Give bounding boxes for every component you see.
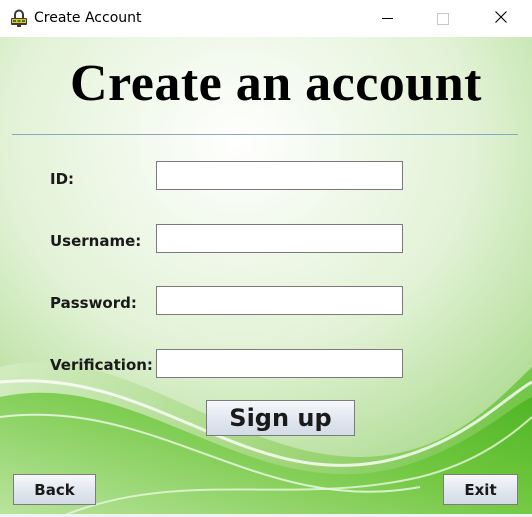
minimize-button[interactable] <box>364 0 410 37</box>
form-panel: Create an account ID: Username: Password… <box>0 37 532 517</box>
verification-field[interactable] <box>156 349 403 378</box>
title-bar[interactable]: Create Account <box>0 0 532 37</box>
lock-computer-icon <box>10 9 28 27</box>
password-label: Password: <box>50 294 137 312</box>
page-title: Create an account <box>70 55 482 112</box>
sign-up-button[interactable]: Sign up <box>206 400 355 436</box>
exit-button[interactable]: Exit <box>443 474 518 505</box>
minimize-icon <box>381 18 393 19</box>
create-account-window: Create Account Create an account ID: Use… <box>0 0 532 517</box>
username-field[interactable] <box>156 224 403 253</box>
verification-label: Verification: <box>50 356 153 374</box>
close-button[interactable] <box>478 0 524 37</box>
id-field[interactable] <box>156 161 403 190</box>
back-button[interactable]: Back <box>13 474 96 505</box>
id-label: ID: <box>50 170 75 188</box>
close-icon <box>495 10 507 28</box>
divider <box>12 134 518 135</box>
maximize-button[interactable] <box>420 0 466 37</box>
username-label: Username: <box>50 232 142 250</box>
window-title: Create Account <box>34 10 142 26</box>
password-field[interactable] <box>156 286 403 315</box>
maximize-icon <box>437 12 449 25</box>
